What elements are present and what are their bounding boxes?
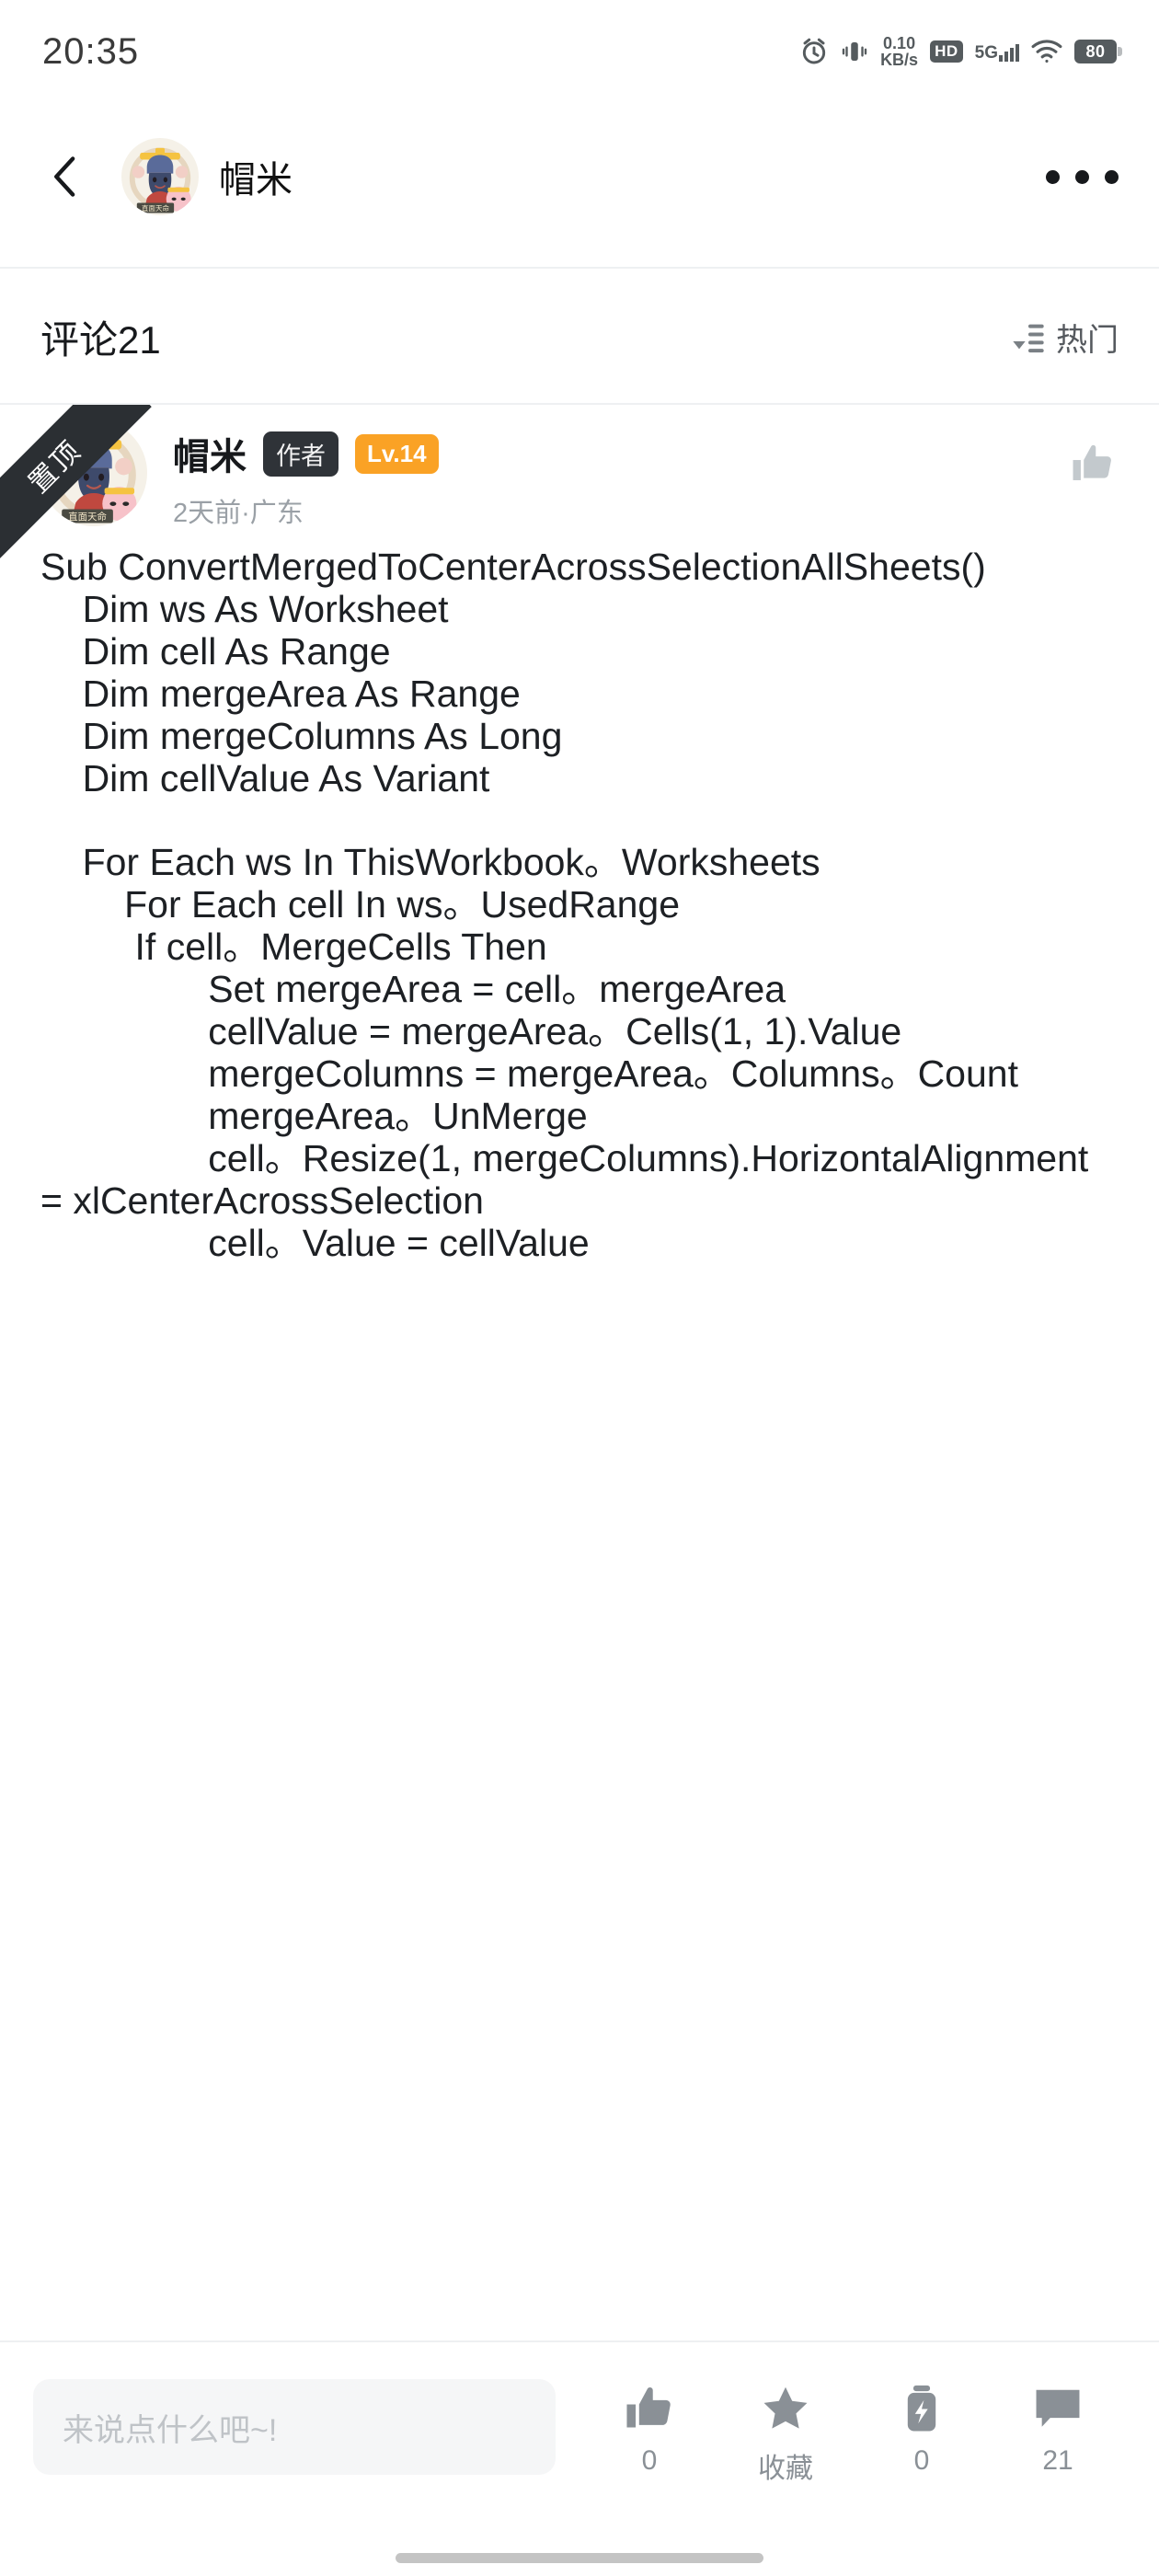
favorite-label: 收藏 (758, 2454, 813, 2484)
vibrate-icon (841, 38, 868, 65)
back-button[interactable] (40, 152, 90, 201)
thumbs-up-icon (1073, 444, 1111, 480)
favorite-button[interactable]: 收藏 (717, 2379, 854, 2486)
status-bar: 20:35 0.10 KB/s HD 5G 80 (0, 0, 1159, 103)
boost-icon (907, 2385, 936, 2432)
status-time: 20:35 (42, 30, 140, 72)
thumbs-up-icon (626, 2387, 671, 2428)
comment-bubble-icon (1036, 2389, 1080, 2427)
comment-username[interactable]: 帽米 (173, 427, 247, 480)
chevron-left-icon (54, 156, 75, 197)
comment-avatar[interactable]: 直面天命 (40, 420, 147, 526)
phone-screen: 20:35 0.10 KB/s HD 5G 80 直面天命 帽米 评论21 热门… (0, 0, 1159, 2576)
home-indicator[interactable] (396, 2553, 763, 2563)
network-speed-value: 0.10 (883, 34, 916, 52)
signal-bars (999, 41, 1019, 62)
network-type-label: 5G (974, 43, 998, 63)
comment-button[interactable]: 21 (990, 2379, 1126, 2477)
comment-item: 置顶 直面天命 帽米 作者 Lv.14 2天前·广东 Sub ConvertMe… (0, 405, 1159, 1264)
comment-time-location: 2天前·广东 (173, 499, 304, 528)
bottom-action-bar: 来说点什么吧~! 0 收藏 0 21 (0, 2340, 1159, 2576)
comments-sort-label: 热门 (1056, 322, 1119, 358)
network-speed-unit: KB/s (880, 51, 919, 69)
comment-input[interactable]: 来说点什么吧~! (33, 2379, 556, 2475)
comment-like-button[interactable] (1067, 420, 1119, 530)
battery-level: 80 (1085, 41, 1106, 61)
like-count: 0 (641, 2445, 658, 2476)
comment-input-placeholder: 来说点什么吧~! (63, 2412, 278, 2448)
comment-count: 21 (1042, 2445, 1073, 2476)
hd-icon: HD (930, 40, 963, 63)
comments-sort-button[interactable]: 热门 (1010, 315, 1119, 360)
boost-count: 0 (913, 2445, 930, 2476)
author-badge: 作者 (263, 431, 339, 477)
network-speed: 0.10 KB/s (880, 35, 918, 68)
action-buttons: 0 收藏 0 21 (581, 2379, 1126, 2486)
comments-header-bar: 评论21 热门 (0, 269, 1159, 405)
more-horizontal-icon (1046, 169, 1060, 184)
boost-button[interactable]: 0 (854, 2379, 990, 2477)
like-button[interactable]: 0 (581, 2379, 717, 2477)
comment-header: 直面天命 帽米 作者 Lv.14 2天前·广东 (0, 405, 1159, 530)
sort-icon (1013, 323, 1044, 353)
battery-icon: 80 (1074, 40, 1122, 63)
star-icon (763, 2386, 808, 2429)
comments-count-title: 评论21 (40, 317, 161, 362)
status-icons: 0.10 KB/s HD 5G 80 (799, 35, 1122, 68)
alarm-icon (799, 37, 829, 66)
comment-meta: 帽米 作者 Lv.14 2天前·广东 (173, 420, 439, 530)
comment-name-row: 帽米 作者 Lv.14 (173, 427, 439, 480)
header-avatar[interactable]: 直面天命 (121, 138, 199, 215)
comment-body-code: Sub ConvertMergedToCenterAcrossSelection… (40, 546, 1089, 1264)
header-username: 帽米 (219, 160, 293, 201)
more-options-button[interactable] (1046, 169, 1119, 184)
level-badge: Lv.14 (355, 433, 439, 474)
wifi-icon (1031, 40, 1062, 63)
signal-icon: 5G (975, 41, 1019, 62)
app-header: 直面天命 帽米 (0, 103, 1159, 250)
svg-text:直面天命: 直面天命 (142, 203, 170, 213)
avatar-banner-text: 直面天命 (68, 511, 107, 523)
